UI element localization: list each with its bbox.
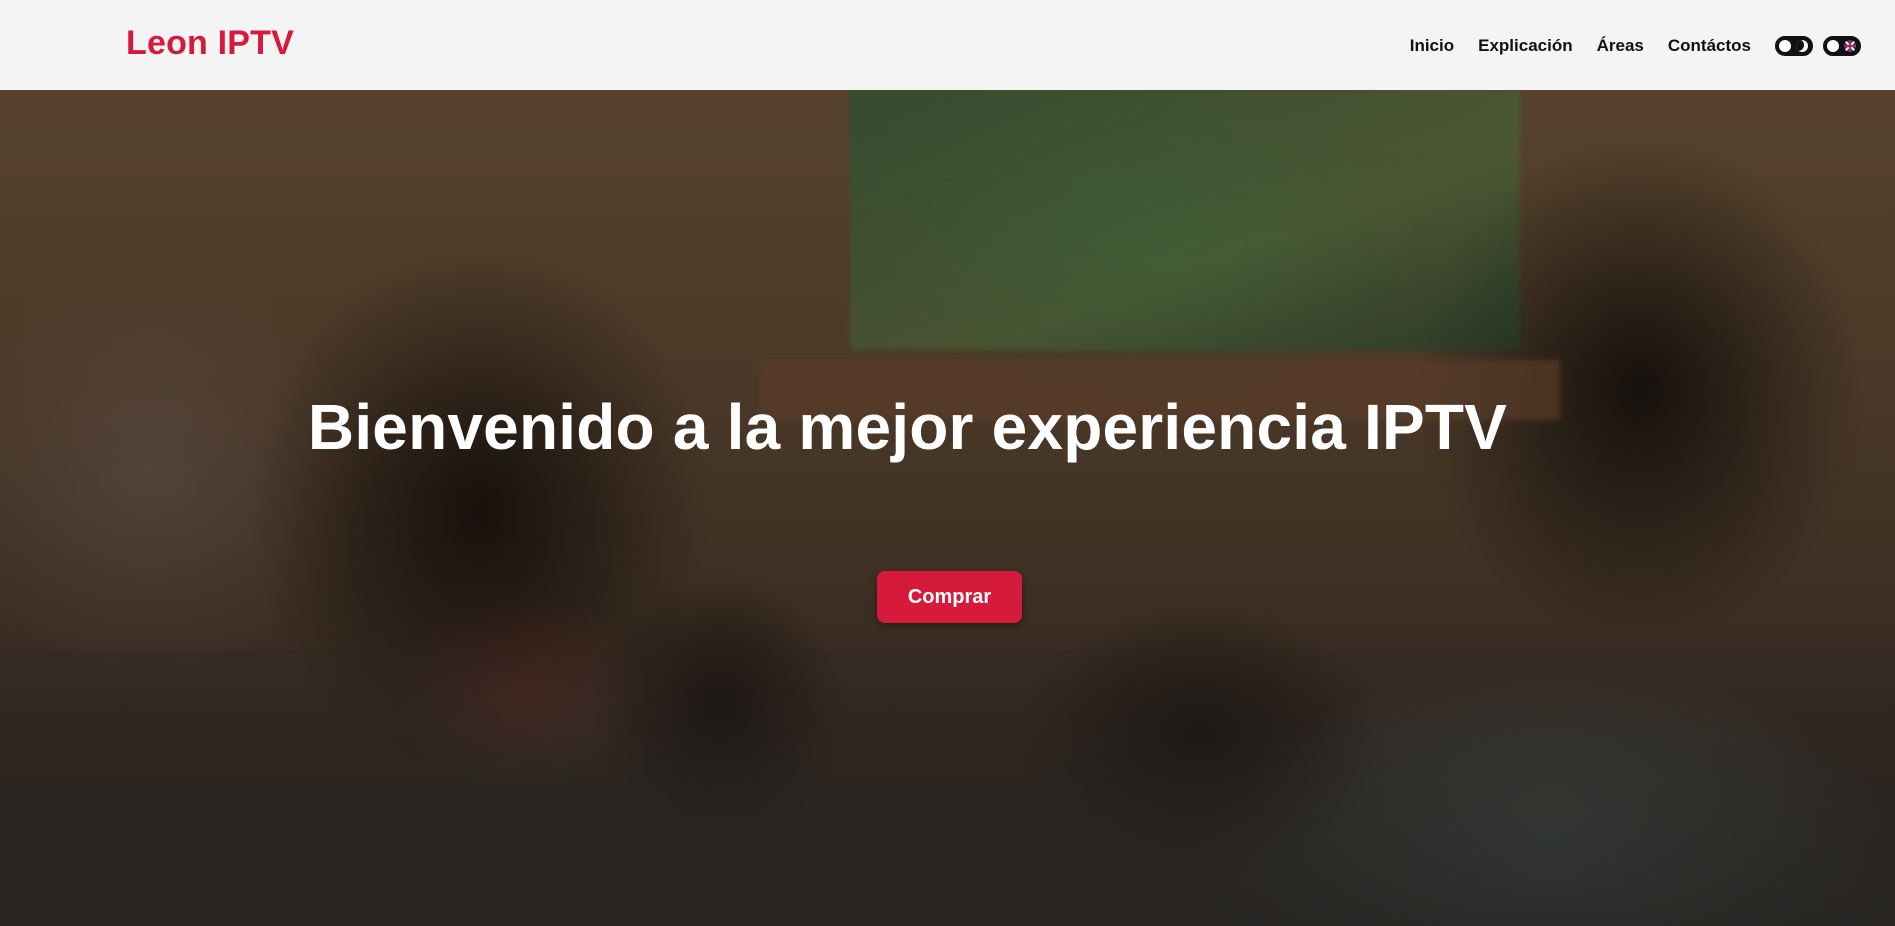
hero-background-image: [850, 90, 1520, 350]
buy-button[interactable]: Comprar: [877, 571, 1022, 623]
uk-flag-icon: [1844, 40, 1856, 52]
hero-title: Bienvenido a la mejor experiencia IPTV: [0, 390, 1895, 464]
hero-section: Bienvenido a la mejor experiencia IPTV C…: [0, 90, 1895, 926]
language-toggle[interactable]: [1823, 36, 1861, 56]
nav-link-inicio[interactable]: Inicio: [1410, 36, 1454, 56]
nav-link-explicacion[interactable]: Explicación: [1478, 36, 1572, 56]
toggle-knob: [1779, 40, 1791, 52]
toggle-knob: [1827, 40, 1839, 52]
main-nav: Inicio Explicación Áreas Contáctos: [1386, 36, 1861, 56]
hero-title-text: Bienvenido a la mejor experiencia IPTV: [307, 391, 1508, 463]
site-header: Leon IPTV Inicio Explicación Áreas Contá…: [0, 0, 1895, 90]
dark-mode-toggle[interactable]: [1775, 36, 1813, 56]
brand-logo-link[interactable]: Leon IPTV: [126, 24, 294, 63]
moon-icon: [1796, 40, 1808, 52]
hero-background-sofa: [0, 650, 1895, 926]
nav-link-areas[interactable]: Áreas: [1597, 36, 1644, 56]
nav-link-contactos[interactable]: Contáctos: [1668, 36, 1751, 56]
